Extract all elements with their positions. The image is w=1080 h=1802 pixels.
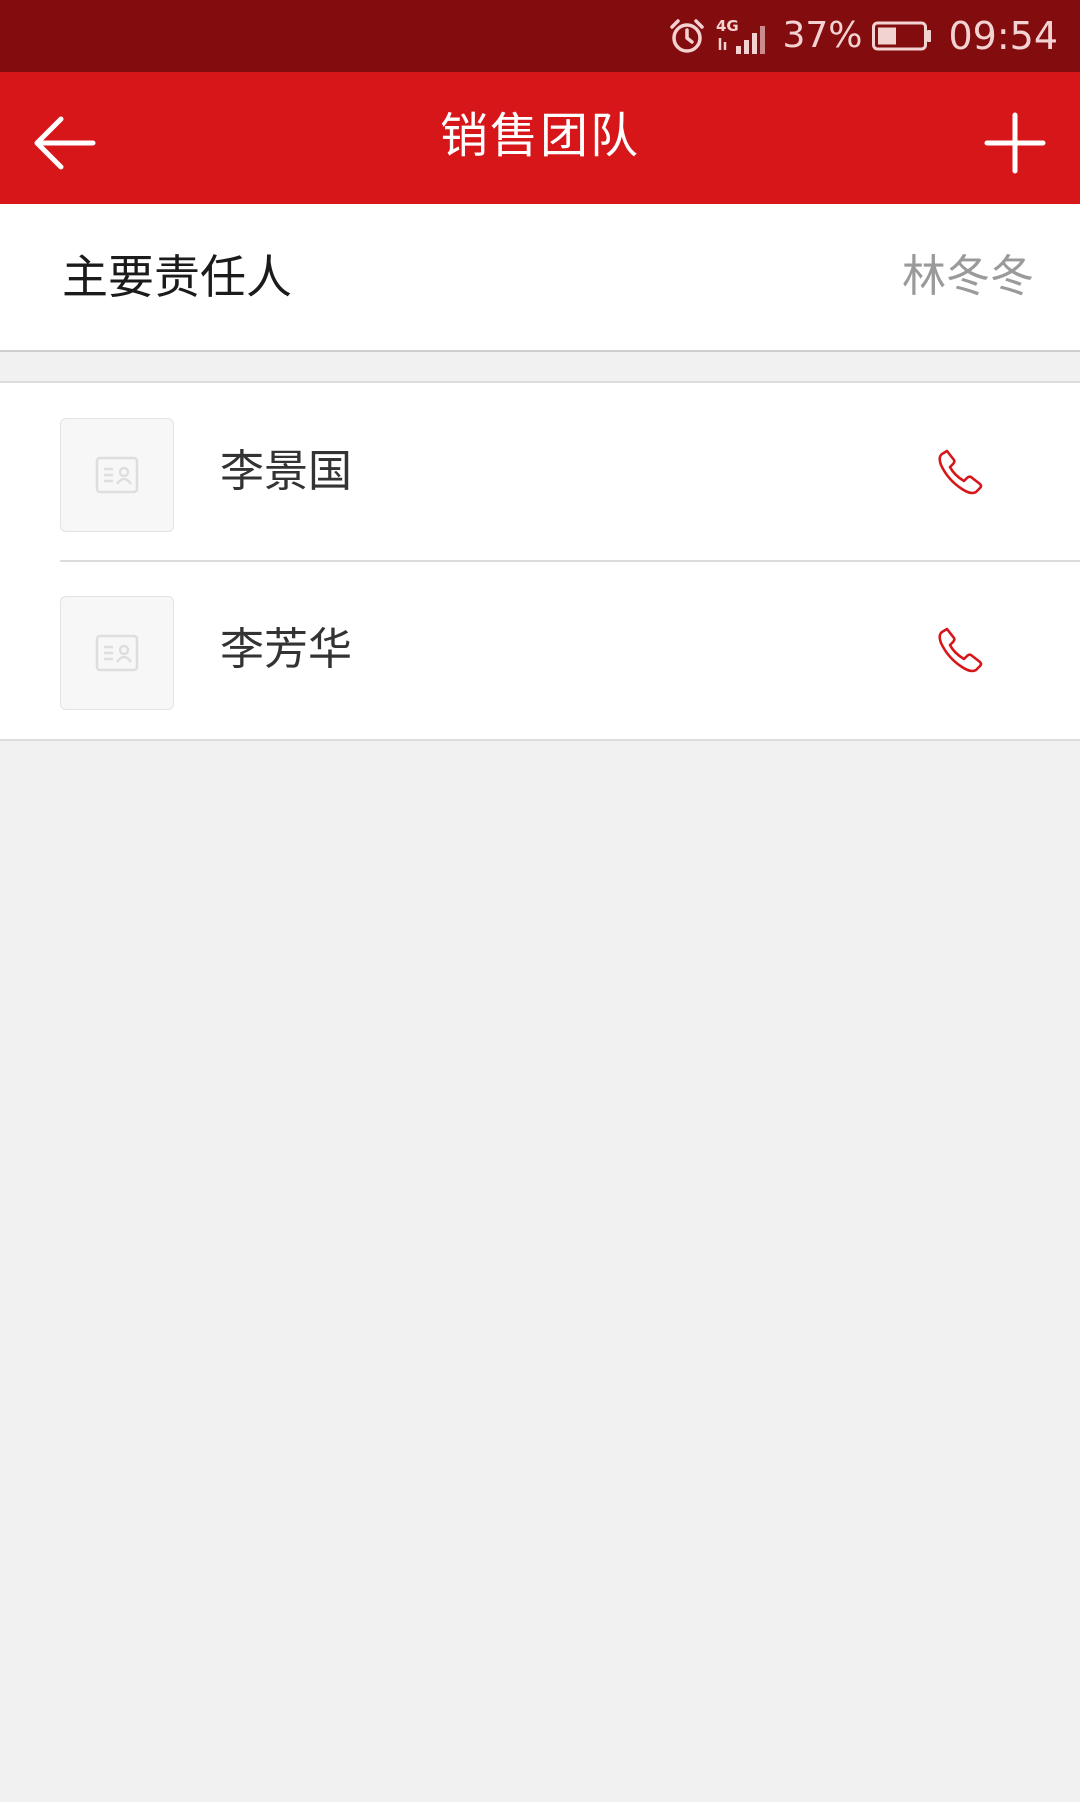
page-title: 销售团队 bbox=[439, 108, 640, 164]
plus-icon bbox=[984, 112, 1046, 174]
contact-card-icon bbox=[95, 634, 139, 672]
status-bar: 4G 37% 09:54 bbox=[0, 0, 1080, 72]
primary-owner-name: 林冬冬 bbox=[902, 251, 1034, 302]
battery-icon bbox=[872, 21, 932, 51]
battery-percent: 37% bbox=[782, 15, 863, 56]
app-header: 销售团队 bbox=[0, 72, 1080, 204]
team-member-list: 李景国 李芳华 bbox=[0, 381, 1080, 741]
phone-icon bbox=[938, 449, 983, 495]
signal-icon: 4G bbox=[716, 16, 772, 56]
alarm-icon bbox=[668, 17, 706, 55]
clock: 09:54 bbox=[948, 14, 1058, 58]
status-icons: 4G 37% 09:54 bbox=[668, 0, 1058, 72]
add-member-button[interactable] bbox=[972, 100, 1058, 186]
call-button[interactable] bbox=[928, 617, 992, 681]
avatar bbox=[60, 596, 174, 710]
list-item[interactable]: 李景国 bbox=[0, 383, 1080, 561]
primary-owner-label: 主要责任人 bbox=[62, 250, 292, 304]
member-name: 李景国 bbox=[220, 446, 352, 497]
network-type-label: 4G bbox=[716, 17, 739, 35]
phone-icon bbox=[938, 627, 983, 673]
contact-card-icon bbox=[95, 456, 139, 494]
primary-owner-row[interactable]: 主要责任人 林冬冬 bbox=[0, 204, 1080, 352]
list-item[interactable]: 李芳华 bbox=[0, 560, 1080, 739]
call-button[interactable] bbox=[928, 439, 992, 503]
avatar bbox=[60, 418, 174, 532]
member-name: 李芳华 bbox=[220, 624, 352, 675]
